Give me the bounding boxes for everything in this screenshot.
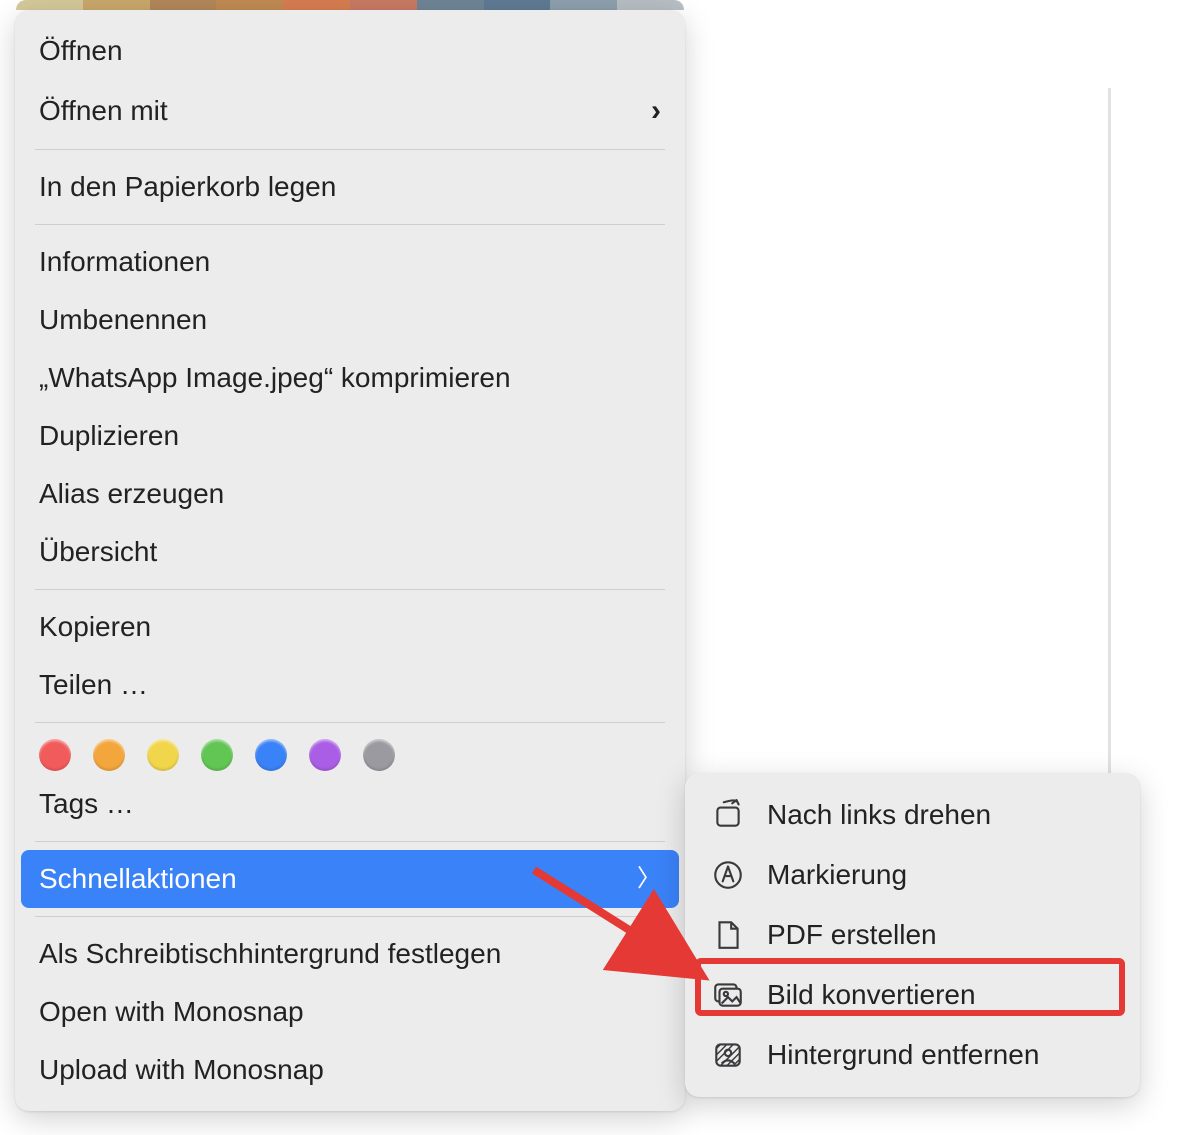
menu-open-with[interactable]: Öffnen mit › <box>15 80 685 141</box>
tag-red[interactable] <box>39 739 71 771</box>
submenu-markup[interactable]: Markierung <box>685 845 1140 905</box>
window-top-edge <box>16 0 684 10</box>
submenu-markup-label: Markierung <box>767 854 907 896</box>
menu-set-wallpaper[interactable]: Als Schreibtischhintergrund festlegen <box>15 925 685 983</box>
context-menu: Öffnen Öffnen mit › In den Papierkorb le… <box>15 10 685 1111</box>
menu-open-with-label: Öffnen mit <box>39 90 168 132</box>
menu-upload-monosnap-label: Upload with Monosnap <box>39 1049 324 1091</box>
menu-separator <box>35 149 665 150</box>
menu-alias-label: Alias erzeugen <box>39 473 224 515</box>
chevron-right-icon: 〉 <box>637 861 661 897</box>
tag-green[interactable] <box>201 739 233 771</box>
remove-background-icon <box>711 1038 745 1072</box>
submenu-convert-image-label: Bild konvertieren <box>767 974 976 1016</box>
tag-blue[interactable] <box>255 739 287 771</box>
menu-separator <box>35 589 665 590</box>
menu-upload-monosnap[interactable]: Upload with Monosnap <box>15 1041 685 1099</box>
submenu-create-pdf[interactable]: PDF erstellen <box>685 905 1140 965</box>
menu-quicklook[interactable]: Übersicht <box>15 523 685 581</box>
menu-tags[interactable]: Tags … <box>15 775 685 833</box>
chevron-right-icon: › <box>651 88 661 133</box>
submenu-rotate-left[interactable]: Nach links drehen <box>685 785 1140 845</box>
menu-share-label: Teilen … <box>39 664 148 706</box>
menu-open-monosnap-label: Open with Monosnap <box>39 991 304 1033</box>
menu-info[interactable]: Informationen <box>15 233 685 291</box>
menu-duplicate[interactable]: Duplizieren <box>15 407 685 465</box>
menu-quick-actions[interactable]: Schnellaktionen 〉 <box>21 850 679 908</box>
menu-compress-label: „WhatsApp Image.jpeg“ komprimieren <box>39 357 511 399</box>
menu-separator <box>35 841 665 842</box>
submenu-remove-background-label: Hintergrund entfernen <box>767 1034 1039 1076</box>
menu-separator <box>35 916 665 917</box>
menu-rename-label: Umbenennen <box>39 299 207 341</box>
submenu-create-pdf-label: PDF erstellen <box>767 914 937 956</box>
tag-orange[interactable] <box>93 739 125 771</box>
menu-compress[interactable]: „WhatsApp Image.jpeg“ komprimieren <box>15 349 685 407</box>
menu-set-wallpaper-label: Als Schreibtischhintergrund festlegen <box>39 933 501 975</box>
tag-color-row <box>15 731 685 775</box>
markup-icon <box>711 858 745 892</box>
menu-trash[interactable]: In den Papierkorb legen <box>15 158 685 216</box>
menu-quicklook-label: Übersicht <box>39 531 157 573</box>
menu-separator <box>35 224 665 225</box>
image-stack-icon <box>711 978 745 1012</box>
submenu-remove-background[interactable]: Hintergrund entfernen <box>685 1025 1140 1085</box>
menu-info-label: Informationen <box>39 241 210 283</box>
menu-trash-label: In den Papierkorb legen <box>39 166 336 208</box>
tag-gray[interactable] <box>363 739 395 771</box>
menu-alias[interactable]: Alias erzeugen <box>15 465 685 523</box>
menu-copy[interactable]: Kopieren <box>15 598 685 656</box>
menu-quick-actions-label: Schnellaktionen <box>39 858 237 900</box>
submenu-rotate-left-label: Nach links drehen <box>767 794 991 836</box>
menu-rename[interactable]: Umbenennen <box>15 291 685 349</box>
rotate-left-icon <box>711 798 745 832</box>
submenu-convert-image[interactable]: Bild konvertieren <box>685 965 1140 1025</box>
tag-yellow[interactable] <box>147 739 179 771</box>
menu-open[interactable]: Öffnen <box>15 22 685 80</box>
menu-open-monosnap[interactable]: Open with Monosnap <box>15 983 685 1041</box>
menu-share[interactable]: Teilen … <box>15 656 685 714</box>
quick-actions-submenu: Nach links drehen Markierung PDF erstell… <box>685 773 1140 1097</box>
menu-separator <box>35 722 665 723</box>
menu-copy-label: Kopieren <box>39 606 151 648</box>
document-icon <box>711 918 745 952</box>
menu-open-label: Öffnen <box>39 30 123 72</box>
tag-purple[interactable] <box>309 739 341 771</box>
menu-duplicate-label: Duplizieren <box>39 415 179 457</box>
menu-tags-label: Tags … <box>39 783 134 825</box>
